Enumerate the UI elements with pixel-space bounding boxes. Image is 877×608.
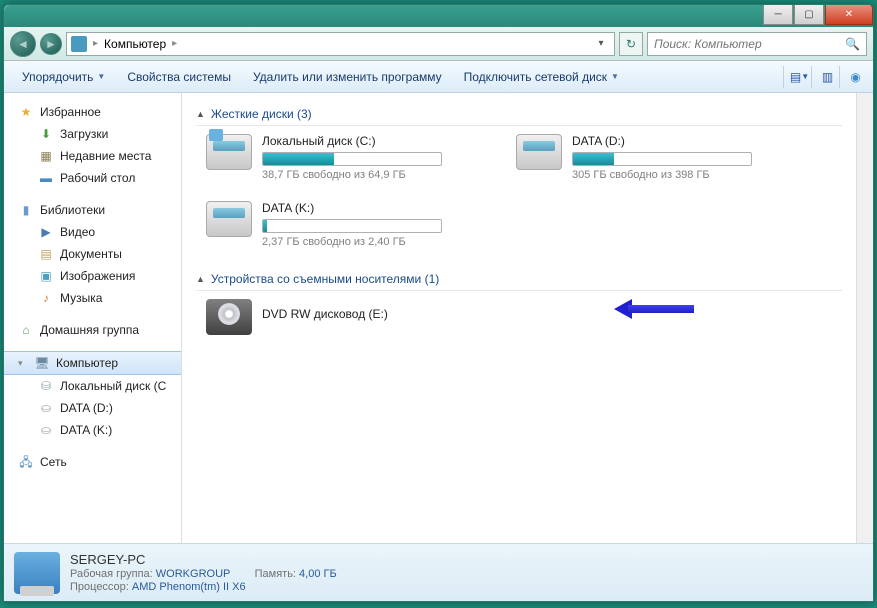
uninstall-program-button[interactable]: Удалить или изменить программу [243, 66, 452, 88]
cpu-label: Процессор: [70, 581, 129, 593]
hdd-icon [206, 134, 252, 170]
vertical-scrollbar[interactable] [856, 93, 873, 543]
star-icon: ★ [18, 104, 34, 120]
organize-button[interactable]: Упорядочить ▼ [12, 66, 115, 88]
sidebar-libraries[interactable]: ▮ Библиотеки [4, 199, 181, 221]
collapse-icon[interactable]: ▲ [196, 274, 205, 284]
system-properties-button[interactable]: Свойства системы [117, 66, 241, 88]
explorer-window: ─ ▢ ✕ ◄ ► ▸ Компьютер ▸ ▾ ↻ 🔍 Упорядочит… [3, 4, 874, 602]
hdd-icon [516, 134, 562, 170]
sidebar-drive-c[interactable]: ⛁ Локальный диск (C [4, 375, 181, 397]
capacity-bar [572, 152, 752, 166]
section-hard-drives[interactable]: ▲ Жесткие диски (3) [196, 103, 842, 126]
back-button[interactable]: ◄ [10, 31, 36, 57]
help-button[interactable]: ◉ [839, 66, 865, 88]
workgroup-value: WORKGROUP [156, 568, 230, 580]
minimize-button[interactable]: ─ [763, 5, 793, 25]
computer-icon [71, 36, 87, 52]
collapse-icon[interactable]: ▲ [196, 109, 205, 119]
drive-label: DATA (D:) [572, 134, 796, 148]
chevron-right-icon[interactable]: ▸ [172, 38, 177, 49]
sidebar-videos[interactable]: ▶ Видео [4, 221, 181, 243]
nav-bar: ◄ ► ▸ Компьютер ▸ ▾ ↻ 🔍 [4, 27, 873, 61]
breadcrumb-computer[interactable]: Компьютер [104, 37, 166, 51]
address-dropdown-icon[interactable]: ▾ [592, 38, 610, 49]
desktop-icon: ▬ [38, 170, 54, 186]
map-network-drive-button[interactable]: Подключить сетевой диск ▼ [454, 66, 629, 88]
sidebar-recent[interactable]: ▦ Недавние места [4, 145, 181, 167]
sidebar-pictures[interactable]: ▣ Изображения [4, 265, 181, 287]
section-removable[interactable]: ▲ Устройства со съемными носителями (1) [196, 268, 842, 291]
details-name: SERGEY-PC [70, 552, 337, 567]
annotation-arrow [614, 299, 694, 319]
dvd-icon [206, 299, 252, 335]
chevron-right-icon[interactable]: ▸ [93, 38, 98, 49]
chevron-down-icon: ▼ [611, 72, 619, 81]
drive-label: DATA (K:) [262, 201, 486, 215]
libraries-icon: ▮ [18, 202, 34, 218]
drive-info: 305 ГБ свободно из 398 ГБ [572, 169, 796, 181]
homegroup-icon: ⌂ [18, 322, 34, 338]
sidebar-homegroup[interactable]: ⌂ Домашняя группа [4, 319, 181, 341]
navigation-pane: ★ Избранное ⬇ Загрузки ▦ Недавние места … [4, 93, 182, 543]
sidebar-favorites[interactable]: ★ Избранное [4, 101, 181, 123]
documents-icon: ▤ [38, 246, 54, 262]
network-icon: 🖧 [18, 454, 34, 470]
search-box[interactable]: 🔍 [647, 32, 867, 56]
sidebar-drive-k[interactable]: ⛀ DATA (K:) [4, 419, 181, 441]
drive-d[interactable]: DATA (D:) 305 ГБ свободно из 398 ГБ [516, 134, 796, 181]
computer-icon: 🖥 [34, 355, 50, 371]
music-icon: ♪ [38, 290, 54, 306]
drive-info: 2,37 ГБ свободно из 2,40 ГБ [262, 236, 486, 248]
videos-icon: ▶ [38, 224, 54, 240]
address-bar[interactable]: ▸ Компьютер ▸ ▾ [66, 32, 615, 56]
drive-icon: ⛀ [38, 422, 54, 438]
search-input[interactable] [654, 37, 839, 51]
sidebar-network[interactable]: 🖧 Сеть [4, 451, 181, 473]
titlebar[interactable]: ─ ▢ ✕ [4, 5, 873, 27]
preview-pane-button[interactable]: ▥ [811, 66, 837, 88]
drive-icon: ⛀ [38, 400, 54, 416]
forward-button[interactable]: ► [40, 33, 62, 55]
drive-info: 38,7 ГБ свободно из 64,9 ГБ [262, 169, 486, 181]
memory-value: 4,00 ГБ [299, 568, 337, 580]
details-pane: SERGEY-PC Рабочая группа: WORKGROUP Памя… [4, 543, 873, 601]
capacity-bar [262, 152, 442, 166]
sidebar-documents[interactable]: ▤ Документы [4, 243, 181, 265]
computer-icon [14, 552, 60, 594]
sidebar-downloads[interactable]: ⬇ Загрузки [4, 123, 181, 145]
capacity-bar [262, 219, 442, 233]
workgroup-label: Рабочая группа: [70, 568, 153, 580]
drive-label: DVD RW дисковод (E:) [262, 307, 486, 321]
view-options-button[interactable]: ▤ ▼ [783, 66, 809, 88]
drive-dvd[interactable]: DVD RW дисковод (E:) [206, 299, 486, 335]
pictures-icon: ▣ [38, 268, 54, 284]
drive-c[interactable]: Локальный диск (C:) 38,7 ГБ свободно из … [206, 134, 486, 181]
memory-label: Память: [255, 568, 296, 580]
drive-label: Локальный диск (C:) [262, 134, 486, 148]
command-bar: Упорядочить ▼ Свойства системы Удалить и… [4, 61, 873, 93]
maximize-button[interactable]: ▢ [794, 5, 824, 25]
recent-icon: ▦ [38, 148, 54, 164]
hdd-icon [206, 201, 252, 237]
chevron-down-icon: ▼ [97, 72, 105, 81]
drive-icon: ⛁ [38, 378, 54, 394]
downloads-icon: ⬇ [38, 126, 54, 142]
refresh-button[interactable]: ↻ [619, 32, 643, 56]
search-icon[interactable]: 🔍 [845, 37, 860, 51]
cpu-value: AMD Phenom(tm) II X6 [132, 581, 246, 593]
sidebar-drive-d[interactable]: ⛀ DATA (D:) [4, 397, 181, 419]
sidebar-computer[interactable]: ▾ 🖥 Компьютер [4, 351, 181, 375]
drive-k[interactable]: DATA (K:) 2,37 ГБ свободно из 2,40 ГБ [206, 201, 486, 248]
sidebar-music[interactable]: ♪ Музыка [4, 287, 181, 309]
close-button[interactable]: ✕ [825, 5, 873, 25]
content-pane: ▲ Жесткие диски (3) Локальный диск (C:) … [182, 93, 856, 543]
sidebar-desktop[interactable]: ▬ Рабочий стол [4, 167, 181, 189]
expand-icon[interactable]: ▾ [18, 354, 28, 372]
